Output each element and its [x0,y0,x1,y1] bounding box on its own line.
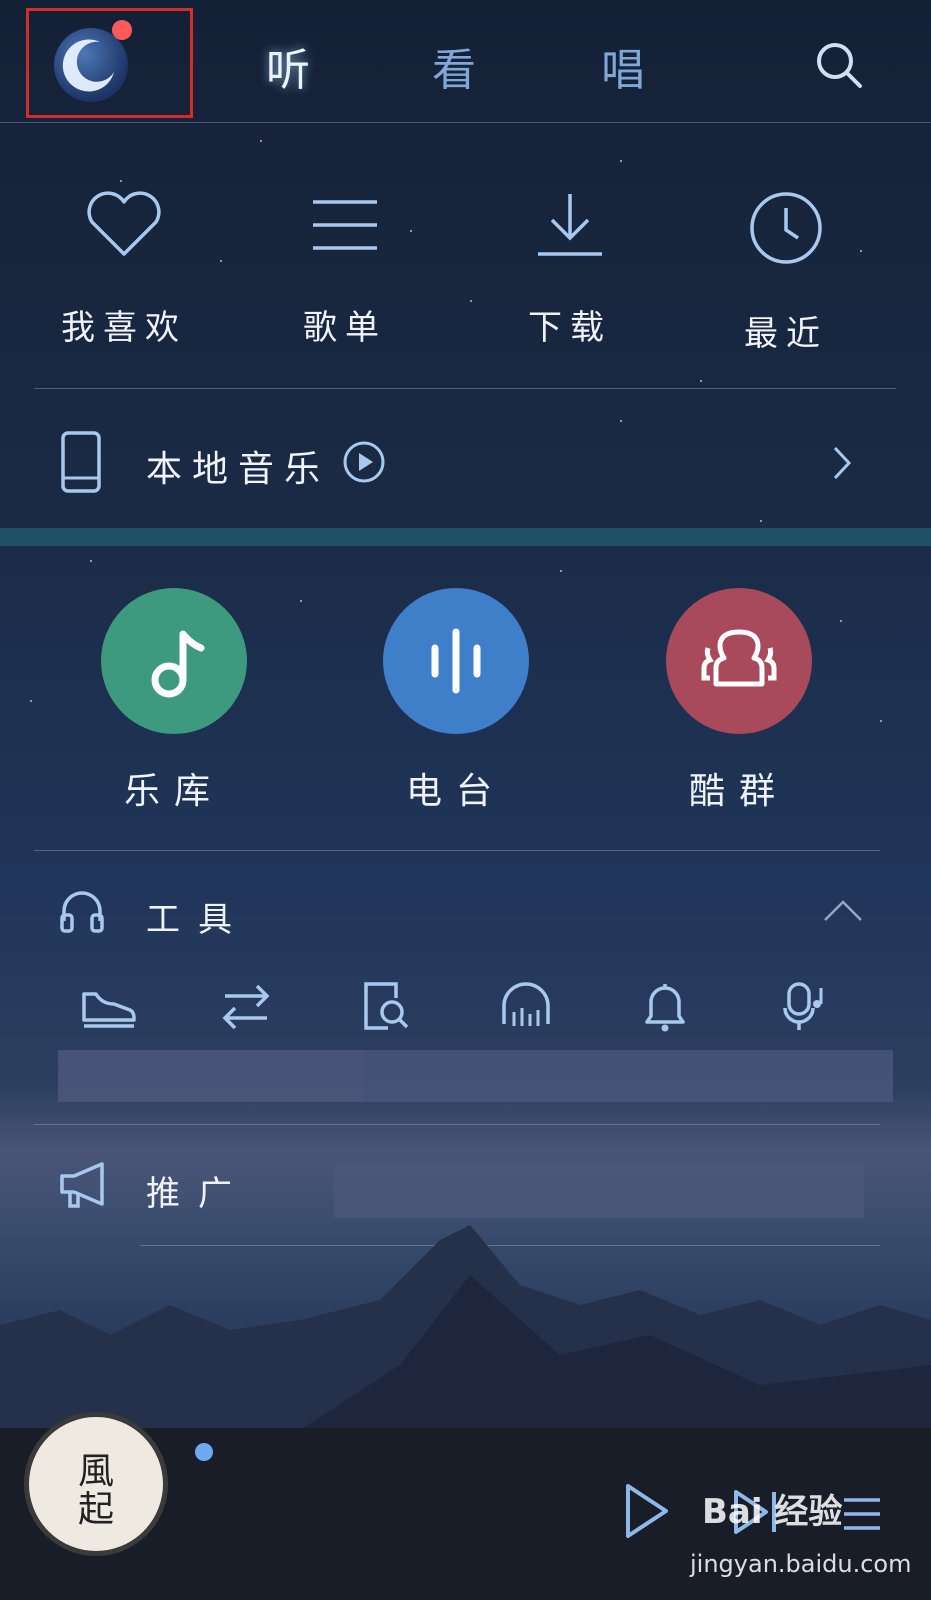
heart-icon [87,191,161,256]
headphones-icon [58,887,106,939]
collapse-tools-button[interactable] [822,898,864,928]
equalizer-headphones-icon [502,982,550,1026]
promotion-content-placeholder[interactable] [334,1166,864,1218]
radio-button[interactable] [383,588,529,734]
watermark-brand: Bai 经验 [702,1492,843,1532]
tool-label-placeholder [58,1050,363,1102]
megaphone-icon [58,1160,108,1214]
feature-label: 酷群 [688,771,789,812]
play-button[interactable] [622,1482,670,1544]
quick-item-label: 下载 [528,308,612,348]
bell-icon [645,984,685,1032]
quick-item-recent[interactable]: 最近 [706,190,866,355]
sneaker-icon [82,992,136,1028]
kugroup-button[interactable] [666,588,812,734]
music-library-button[interactable] [101,588,247,734]
download-icon [538,194,602,256]
promotion-label: 推广 [146,1174,250,1214]
quick-item-label: 我喜欢 [61,308,187,348]
tool-label-placeholder [363,1050,893,1102]
section-separator [0,528,931,546]
play-icon [626,1484,668,1538]
tool-item[interactable] [500,980,552,1036]
quick-item-favorites[interactable]: 我喜欢 [44,190,204,349]
tools-label: 工具 [146,900,250,940]
notification-dot [112,20,132,40]
search-icon [817,43,862,88]
progress-handle[interactable] [195,1443,213,1461]
group-icon [701,629,777,687]
quick-item-playlists[interactable]: 歌单 [265,190,425,349]
transfer-arrows-icon [222,984,270,1030]
play-circle-icon [343,441,385,483]
audio-bars-icon [431,628,481,694]
playlist-icon [844,1498,880,1530]
quick-item-label: 最近 [744,314,828,354]
tool-item[interactable] [80,980,136,1036]
tab-listen[interactable]: 听 [266,34,310,98]
album-cover-text: 起 [77,1489,114,1530]
tab-sing[interactable]: 唱 [601,34,645,98]
local-music-play-button[interactable] [342,440,386,488]
tool-item[interactable] [221,980,271,1036]
local-music-row[interactable] [0,395,931,530]
phone-icon [60,430,102,498]
playlist-button[interactable] [842,1494,882,1538]
music-note-icon [151,630,205,698]
tool-item[interactable] [783,980,829,1038]
feature-label: 电台 [405,771,506,812]
mountain-background [0,1215,931,1434]
divider [34,388,896,389]
tab-watch[interactable]: 看 [432,34,476,98]
quick-item-downloads[interactable]: 下载 [490,190,650,349]
divider [34,1124,880,1125]
document-search-icon [364,982,409,1030]
quick-item-label: 歌单 [303,308,387,348]
watermark-url: jingyan.baidu.com [690,1550,912,1578]
search-button[interactable] [814,40,864,90]
clock-icon [750,192,822,264]
tool-item[interactable] [360,980,410,1036]
local-music-label: 本地音乐 [146,449,331,490]
mic-note-icon [783,982,823,1030]
album-cover-text: 風 [77,1451,114,1492]
chevron-up-icon [824,900,862,921]
feature-label: 乐库 [123,771,224,812]
chevron-right-icon [830,443,854,487]
album-cover[interactable]: 風 起 [24,1412,168,1556]
divider [34,850,880,851]
tool-item[interactable] [641,980,689,1038]
list-icon [313,200,377,250]
